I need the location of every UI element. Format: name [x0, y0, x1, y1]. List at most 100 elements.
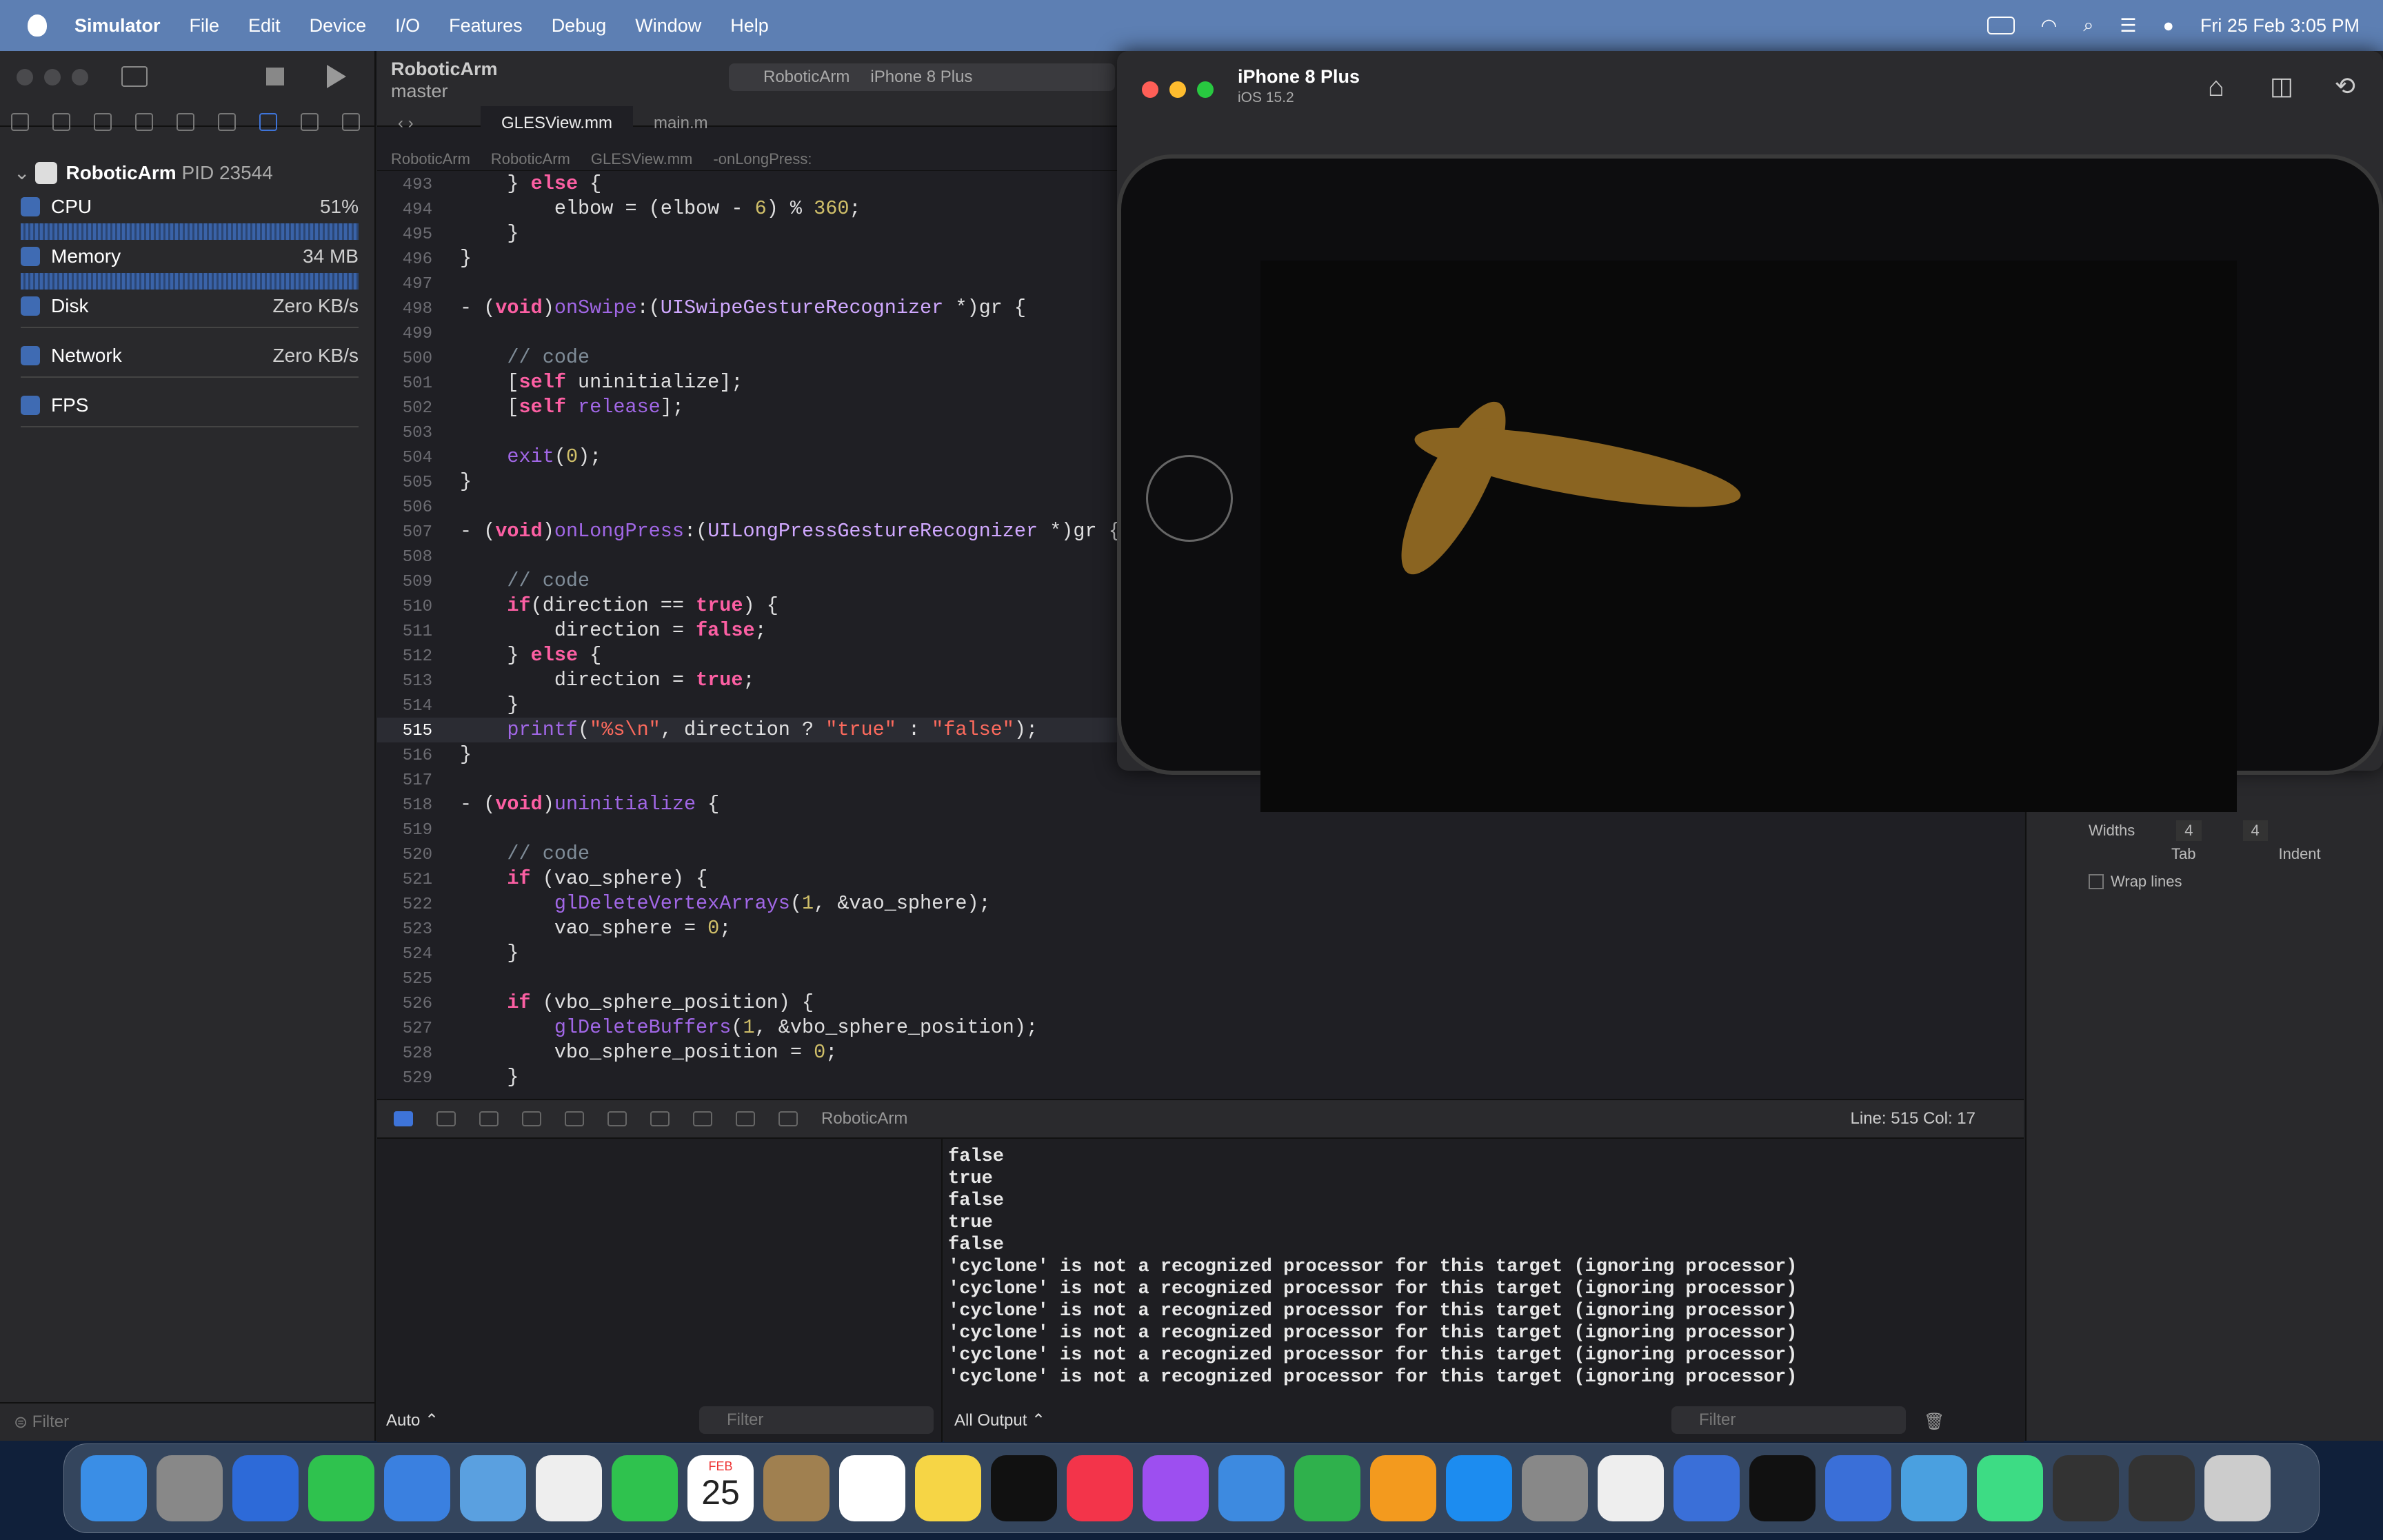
menu-clock[interactable]: Fri 25 Feb 3:05 PM: [2200, 15, 2360, 37]
line-number[interactable]: 496: [377, 247, 432, 272]
wifi-icon[interactable]: ◠: [2041, 15, 2058, 37]
tab-nav-arrows[interactable]: ‹ ›: [377, 106, 481, 141]
dock-launchpad-icon[interactable]: [157, 1455, 223, 1521]
debug-target[interactable]: RoboticArm: [821, 1109, 907, 1128]
memory-graph-icon[interactable]: [650, 1111, 670, 1126]
line-number[interactable]: 520: [377, 843, 432, 868]
menu-app-name[interactable]: Simulator: [74, 15, 161, 37]
code-line[interactable]: 529 }: [377, 1065, 2024, 1090]
dock-numbers-icon[interactable]: [1294, 1455, 1360, 1521]
gauge-network[interactable]: Network Zero KB/s: [21, 342, 359, 378]
line-number[interactable]: 499: [377, 322, 432, 347]
scope-selector[interactable]: Auto ⌃: [386, 1410, 439, 1430]
dock-maps-icon[interactable]: [460, 1455, 526, 1521]
tab-main[interactable]: main.m: [633, 106, 729, 141]
trash-icon[interactable]: 🗑: [1924, 1412, 1944, 1432]
dock-finder-icon[interactable]: [81, 1455, 147, 1521]
tab-glesview[interactable]: GLESView.mm: [481, 106, 633, 141]
dock-pages-icon[interactable]: [1370, 1455, 1436, 1521]
dock-android-studio-icon[interactable]: [1977, 1455, 2043, 1521]
run-destination[interactable]: RoboticArm iPhone 8 Plus: [729, 63, 1115, 91]
dock-photos-icon[interactable]: [536, 1455, 602, 1521]
code-line[interactable]: 522 glDeleteVertexArrays(1, &vao_sphere)…: [377, 891, 2024, 916]
dock-textedit-icon[interactable]: [1598, 1455, 1664, 1521]
dock-safari-icon[interactable]: [232, 1455, 299, 1521]
line-number[interactable]: 519: [377, 818, 432, 843]
dock-window-icon[interactable]: [2053, 1455, 2119, 1521]
menu-help[interactable]: Help: [730, 15, 769, 37]
dock-trash-icon[interactable]: [2204, 1455, 2271, 1521]
tab-width-field[interactable]: 4: [2176, 820, 2202, 841]
menu-io[interactable]: I/O: [395, 15, 420, 37]
dock-app-store-icon[interactable]: [1446, 1455, 1512, 1521]
jump-method[interactable]: -onLongPress:: [713, 150, 812, 168]
scheme-info[interactable]: RoboticArm master: [391, 58, 498, 102]
code-line[interactable]: 523 vao_sphere = 0;: [377, 916, 2024, 941]
step-out-icon[interactable]: [565, 1111, 584, 1126]
code-line[interactable]: 527 glDeleteBuffers(1, &vbo_sphere_posit…: [377, 1015, 2024, 1040]
line-number[interactable]: 507: [377, 520, 432, 545]
line-number[interactable]: 498: [377, 297, 432, 322]
screenshot-icon[interactable]: ◫: [2270, 72, 2293, 101]
dock-terminal-icon[interactable]: [1749, 1455, 1816, 1521]
breakpoints-toggle-icon[interactable]: [394, 1111, 413, 1126]
jump-project[interactable]: RoboticArm: [391, 150, 470, 168]
step-over-icon[interactable]: [479, 1111, 499, 1126]
dock-messages-icon[interactable]: [308, 1455, 374, 1521]
sim-zoom-button[interactable]: [1197, 81, 1214, 98]
code-line[interactable]: 525: [377, 966, 2024, 991]
line-number[interactable]: 512: [377, 645, 432, 669]
menu-window[interactable]: Window: [635, 15, 701, 37]
dock-facetime-icon[interactable]: [612, 1455, 678, 1521]
line-number[interactable]: 497: [377, 272, 432, 297]
line-number[interactable]: 514: [377, 694, 432, 719]
code-line[interactable]: 520 // code: [377, 842, 2024, 867]
control-center-icon[interactable]: ☰: [2120, 15, 2136, 37]
run-icon[interactable]: [327, 65, 346, 88]
indent-width-field[interactable]: 4: [2242, 820, 2268, 841]
line-number[interactable]: 525: [377, 967, 432, 992]
minimize-button[interactable]: [44, 69, 61, 85]
dock-music-icon[interactable]: [1067, 1455, 1133, 1521]
code-line[interactable]: 526 if (vbo_sphere_position) {: [377, 991, 2024, 1015]
menu-device[interactable]: Device: [310, 15, 367, 37]
line-number[interactable]: 524: [377, 942, 432, 967]
jump-group[interactable]: RoboticArm: [491, 150, 570, 168]
line-number[interactable]: 515: [377, 719, 432, 744]
debug-navigator-icon[interactable]: [259, 113, 277, 131]
gauge-cpu[interactable]: CPU 51%: [21, 193, 359, 240]
metal-icon[interactable]: [778, 1111, 798, 1126]
line-number[interactable]: 494: [377, 198, 432, 223]
code-line[interactable]: 519: [377, 817, 2024, 842]
pause-icon[interactable]: [436, 1111, 456, 1126]
line-number[interactable]: 509: [377, 570, 432, 595]
line-number[interactable]: 518: [377, 793, 432, 818]
code-line[interactable]: 521 if (vao_sphere) {: [377, 867, 2024, 891]
home-icon[interactable]: ⌂: [2208, 72, 2224, 103]
console-output[interactable]: false true false true false'cyclone' is not …: [944, 1139, 2024, 1442]
line-number[interactable]: 528: [377, 1042, 432, 1066]
close-button[interactable]: [17, 69, 33, 85]
device-screen[interactable]: [1260, 261, 2237, 812]
menu-file[interactable]: File: [190, 15, 220, 37]
variables-view[interactable]: [377, 1139, 943, 1442]
dock-podcasts-icon[interactable]: [1143, 1455, 1209, 1521]
line-number[interactable]: 516: [377, 744, 432, 769]
line-number[interactable]: 506: [377, 496, 432, 520]
dock-reminders-icon[interactable]: [839, 1455, 905, 1521]
zoom-button[interactable]: [72, 69, 88, 85]
line-number[interactable]: 526: [377, 992, 432, 1017]
console-filter[interactable]: Filter: [1671, 1406, 1906, 1434]
jump-file[interactable]: GLESView.mm: [591, 150, 693, 168]
dock-downloads-icon[interactable]: [1901, 1455, 1967, 1521]
line-number[interactable]: 505: [377, 471, 432, 496]
line-number[interactable]: 511: [377, 620, 432, 645]
gauge-fps[interactable]: FPS: [21, 392, 359, 427]
source-control-icon[interactable]: [52, 113, 70, 131]
battery-icon[interactable]: [1987, 17, 2015, 34]
report-navigator-icon[interactable]: [342, 113, 360, 131]
line-number[interactable]: 501: [377, 372, 432, 396]
line-number[interactable]: 510: [377, 595, 432, 620]
dock-mail-icon[interactable]: [384, 1455, 450, 1521]
wrap-lines-checkbox[interactable]: [2089, 874, 2104, 889]
